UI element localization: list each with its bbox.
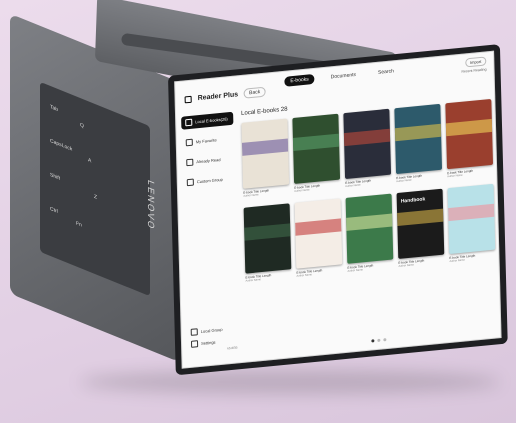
key-a: A xyxy=(88,157,92,165)
sidebar-item-custom-group[interactable]: Custom Group xyxy=(183,172,235,190)
cover-art xyxy=(292,133,340,151)
cover-art xyxy=(295,218,342,236)
device-shadow xyxy=(80,370,500,394)
sidebar-item-label: Local Group xyxy=(200,326,223,334)
cover-art xyxy=(448,203,495,222)
book-cover[interactable]: Handbook xyxy=(396,188,445,259)
key-ctrl: Ctrl xyxy=(50,205,58,215)
book-card[interactable]: E-book Title Length Author Name xyxy=(343,108,392,188)
cover-art xyxy=(346,213,393,231)
book-cover[interactable] xyxy=(445,98,494,170)
sidebar-item-label: Custom Group xyxy=(196,176,223,185)
book-icon xyxy=(184,95,192,103)
book-grid: E-book Title Length Author Name E-book Tit… xyxy=(241,98,501,283)
back-button[interactable]: Back xyxy=(243,86,266,99)
cover-art xyxy=(394,123,442,142)
folder-icon xyxy=(186,158,194,167)
group-icon xyxy=(190,328,198,336)
pagination xyxy=(371,338,387,343)
folder-icon xyxy=(185,118,193,127)
book-cover[interactable] xyxy=(343,108,392,180)
screen-wrapper: Reader Plus Back E-books Documents Searc… xyxy=(168,44,508,376)
sidebar-item-settings[interactable]: Settings xyxy=(187,335,220,351)
cover-art xyxy=(445,118,493,137)
sidebar-item-my-favorite[interactable]: My Favorite xyxy=(182,132,234,150)
book-cover[interactable] xyxy=(394,103,443,175)
book-card[interactable]: E-book Title Length Author Name xyxy=(243,203,292,283)
page-dot[interactable] xyxy=(383,338,387,342)
key-shift: Shift xyxy=(50,171,61,182)
book-cover[interactable] xyxy=(243,203,292,274)
key-q: Q xyxy=(80,121,84,130)
book-card[interactable]: E-book Title Length Author Name xyxy=(394,103,443,183)
lenovo-logo: LENOVO xyxy=(146,178,156,233)
gear-icon xyxy=(190,340,199,348)
key-fn: Fn xyxy=(76,220,82,229)
folder-icon xyxy=(185,138,193,147)
cover-title: Handbook xyxy=(400,196,426,205)
sidebar: Local E-books(28) My Favorite Already Re… xyxy=(181,111,239,362)
app-title: Reader Plus xyxy=(197,90,239,102)
keyboard: Tab Q CapsLock A Shift Z Ctrl Fn xyxy=(40,81,150,297)
section-title: Local E-books 28 xyxy=(241,106,288,117)
sidebar-item-already-read[interactable]: Already Read xyxy=(182,152,234,170)
key-tab: Tab xyxy=(50,103,59,114)
book-cover[interactable] xyxy=(241,118,290,189)
book-cover[interactable] xyxy=(294,198,343,269)
page-dot[interactable] xyxy=(371,339,375,343)
book-card[interactable]: E-book Title Length Author Name xyxy=(345,193,394,273)
book-card[interactable]: E-book Title Length Author Name xyxy=(294,198,343,278)
sidebar-item-label: Local E-books(28) xyxy=(195,116,228,125)
sidebar-item-label: Already Read xyxy=(196,156,221,165)
sidebar-item-label: Settings xyxy=(201,339,216,346)
storage-indicator: 65.8GB xyxy=(227,345,238,351)
cover-art xyxy=(397,208,444,226)
book-card[interactable]: Handbook E-book Title Length Author Name xyxy=(396,188,445,268)
book-card[interactable]: E-book Title Length Author Name xyxy=(445,98,494,178)
sidebar-item-label: My Favorite xyxy=(195,137,217,145)
book-card[interactable]: E-book Title Length Author Name xyxy=(447,183,496,263)
sidebar-item-local-ebooks[interactable]: Local E-books(28) xyxy=(181,111,234,130)
cover-art xyxy=(244,223,291,241)
book-cover[interactable] xyxy=(345,193,394,264)
book-card[interactable]: E-book Title Length Author Name xyxy=(241,118,290,198)
screen: Reader Plus Back E-books Documents Searc… xyxy=(168,44,508,376)
book-cover[interactable] xyxy=(447,183,496,255)
book-card[interactable]: E-book Title Length Author Name xyxy=(292,113,341,193)
cover-art xyxy=(241,138,289,156)
cover-art xyxy=(343,128,391,147)
folder-icon xyxy=(186,178,194,187)
key-capslock: CapsLock xyxy=(50,137,73,153)
key-z: Z xyxy=(94,193,98,201)
book-cover[interactable] xyxy=(292,113,341,184)
page-dot[interactable] xyxy=(377,338,381,342)
scene: Tab Q CapsLock A Shift Z Ctrl Fn LENOVO … xyxy=(0,0,516,423)
